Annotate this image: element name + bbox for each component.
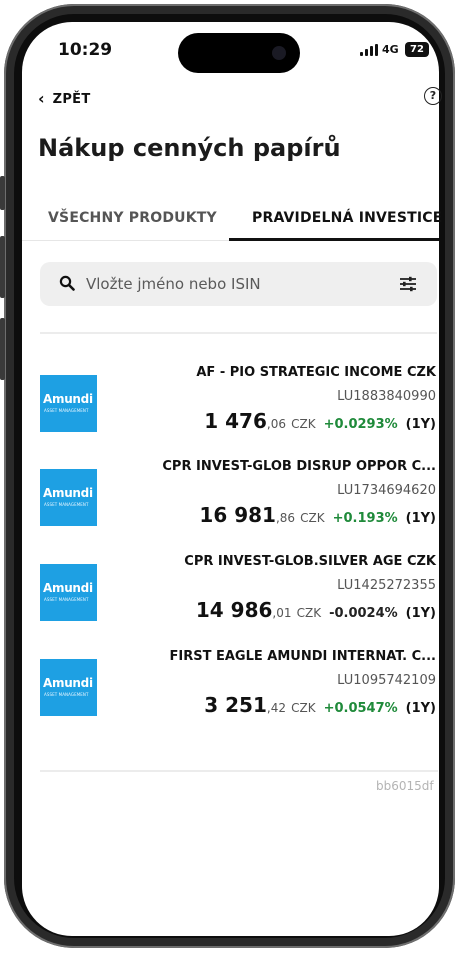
price-integer: 1 476 [204,409,267,433]
list-bottom-divider [40,770,438,772]
price-currency: CZK [296,606,322,620]
product-name: AF - PIO STRATEGIC INCOME CZK [196,365,436,380]
amundi-logo: Amundi ASSET MANAGEMENT [40,375,97,432]
status-indicators: 4G [360,43,399,56]
network-type: 4G [382,43,399,56]
product-price-line: 3 251,42 CZK +0.0547% (1Y) [204,693,436,717]
product-isin: LU1883840990 [337,389,436,404]
product-item[interactable]: Amundi ASSET MANAGEMENT CPR INVEST-GLOB.… [40,554,436,624]
amundi-logo: Amundi ASSET MANAGEMENT [40,564,97,621]
product-isin: LU1734694620 [337,483,436,498]
change-period: (1Y) [405,511,436,526]
action-button [0,176,5,210]
price-decimals: ,06 [266,417,286,431]
product-isin: LU1095742109 [337,673,436,688]
back-button[interactable]: ‹ ZPĚT [38,91,91,107]
change-period: (1Y) [405,417,436,432]
dynamic-island [178,33,300,73]
status-time: 10:29 [58,40,113,60]
page-title: Nákup cenných papírů [38,134,341,162]
search-bar[interactable]: Vložte jméno nebo ISIN [40,262,437,306]
price-currency: CZK [291,417,316,431]
change-period: (1Y) [405,701,436,716]
product-item[interactable]: Amundi ASSET MANAGEMENT FIRST EAGLE AMUN… [40,649,436,719]
help-icon[interactable]: ? [424,87,442,105]
battery-icon: 72 [405,42,429,57]
price-change: +0.193% [332,511,398,526]
product-name: CPR INVEST-GLOB.SILVER AGE CZK [184,554,436,569]
chevron-left-icon: ‹ [38,89,45,108]
price-integer: 14 986 [195,598,273,622]
product-price-line: 1 476,06 CZK +0.0293% (1Y) [204,409,436,433]
price-decimals: ,01 [272,606,292,620]
price-change: -0.0024% [329,606,398,621]
price-currency: CZK [291,701,316,715]
active-tab-indicator [229,238,439,241]
price-decimals: ,42 [266,701,286,715]
price-integer: 16 981 [199,503,276,527]
amundi-logo: Amundi ASSET MANAGEMENT [40,659,97,716]
list-top-divider [40,332,437,334]
price-decimals: ,86 [275,511,296,525]
search-icon [59,275,75,291]
signal-icon [360,43,378,56]
price-change: +0.0293% [323,417,398,432]
amundi-logo: Amundi ASSET MANAGEMENT [40,469,97,526]
product-item[interactable]: Amundi ASSET MANAGEMENT AF - PIO STRATEG… [40,365,436,435]
search-input[interactable]: Vložte jméno nebo ISIN [86,275,261,293]
build-hash: bb6015df [376,779,434,793]
product-name: CPR INVEST-GLOB DISRUP OPPOR C... [162,459,436,474]
product-name: FIRST EAGLE AMUNDI INTERNAT. C... [169,649,437,664]
volume-down-button [0,318,5,380]
product-isin: LU1425272355 [337,578,436,593]
volume-up-button [0,236,5,298]
product-price-line: 16 981,86 CZK +0.193% (1Y) [199,503,436,527]
filter-sliders-icon[interactable] [399,276,417,292]
change-period: (1Y) [405,606,436,621]
product-item[interactable]: Amundi ASSET MANAGEMENT CPR INVEST-GLOB … [40,459,436,529]
price-change: +0.0547% [323,701,398,716]
product-price-line: 14 986,01 CZK -0.0024% (1Y) [196,598,436,622]
tab-all-products[interactable]: VŠECHNY PRODUKTY [48,210,217,226]
tab-regular-investment[interactable]: PRAVIDELNÁ INVESTICE [252,210,443,226]
price-currency: CZK [300,511,325,525]
back-label: ZPĚT [52,91,91,107]
price-integer: 3 251 [204,693,267,717]
